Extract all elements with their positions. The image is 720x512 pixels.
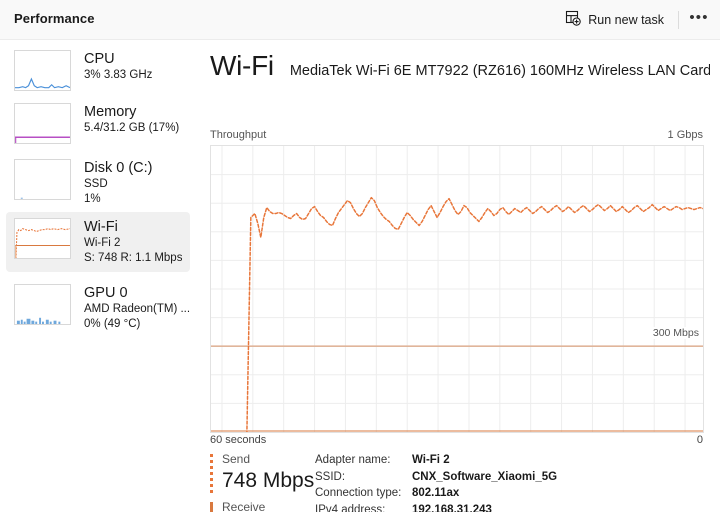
sidebar-item-disk0-sub-1: 1% <box>84 193 101 205</box>
sidebar-item-cpu-sub-0: 3% 3.83 GHz <box>84 69 153 81</box>
sidebar-item-disk0-text: Disk 0 (C:) SSD 1% <box>84 159 152 207</box>
sidebar-item-wifi[interactable]: Wi-Fi Wi-Fi 2 S: 748 R: 1.1 Mbps <box>6 212 190 272</box>
run-new-task-label: Run new task <box>588 13 664 27</box>
sidebar-item-wifi-sub-0: Wi-Fi 2 <box>84 237 121 249</box>
title-bar: Performance Run new task ••• <box>0 0 720 40</box>
info-row-ipv4: IPv4 address: 192.168.31.243 <box>315 502 565 512</box>
chart-caption-throughput: Throughput <box>210 129 267 141</box>
disk-thumbnail <box>14 159 71 200</box>
toolbar-divider <box>678 11 679 29</box>
gpu-thumbnail <box>14 284 71 325</box>
wifi-thumbnail <box>14 218 71 259</box>
send-series-line <box>246 196 703 432</box>
receive-label: Receive <box>222 500 266 512</box>
sidebar-item-gpu0-text: GPU 0 AMD Radeon(TM) ... 0% (49 °C) <box>84 284 190 332</box>
page-title: Performance <box>14 11 95 26</box>
sidebar-item-memory-text: Memory 5.4/31.2 GB (17%) <box>84 103 179 136</box>
adapter-info-table: Adapter name: Wi-Fi 2 SSID: CNX_Software… <box>315 452 565 512</box>
sidebar-item-cpu[interactable]: CPU 3% 3.83 GHz <box>6 44 190 97</box>
sidebar-item-wifi-sub-1: S: 748 R: 1.1 Mbps <box>84 252 183 264</box>
sidebar-item-gpu0[interactable]: GPU 0 AMD Radeon(TM) ... 0% (49 °C) <box>6 278 190 338</box>
sidebar-item-memory-sub-0: 5.4/31.2 GB (17%) <box>84 122 180 134</box>
detail-header: Wi-Fi MediaTek Wi-Fi 6E MT7922 (RZ616) 1… <box>210 50 710 82</box>
info-row-adapter-name: Adapter name: Wi-Fi 2 <box>315 452 565 469</box>
sidebar-item-wifi-title: Wi-Fi <box>84 219 118 235</box>
info-value-connection-type: 802.11ax <box>412 487 460 500</box>
more-options-button[interactable]: ••• <box>684 6 714 34</box>
info-row-ssid: SSID: CNX_Software_Xiaomi_5G <box>315 469 565 486</box>
info-key-ipv4: IPv4 address: <box>315 503 386 512</box>
send-value: 748 Mbps <box>222 469 315 492</box>
memory-thumbnail <box>14 103 71 144</box>
performance-detail-panel: Wi-Fi MediaTek Wi-Fi 6E MT7922 (RZ616) 1… <box>196 40 720 512</box>
cpu-thumbnail <box>14 50 71 91</box>
chart-gridlines <box>211 146 703 432</box>
sidebar-item-memory-title: Memory <box>84 104 137 120</box>
sidebar-item-cpu-text: CPU 3% 3.83 GHz <box>84 50 152 83</box>
sidebar-item-disk0-sub-0: SSD <box>84 178 108 190</box>
chart-axis-right-label: 0 <box>696 434 703 446</box>
chart-caption-max: 1 Gbps <box>667 129 703 141</box>
info-value-ipv4: 192.168.31.243 <box>412 503 492 512</box>
info-value-adapter-name: Wi-Fi 2 <box>412 454 450 467</box>
receive-stat: Receive 1.1 Mbps <box>210 500 308 512</box>
sidebar-item-gpu0-sub-1: 0% (49 °C) <box>84 318 141 330</box>
reference-line-label: 300 Mbps <box>651 327 700 339</box>
sidebar-item-cpu-title: CPU <box>84 51 115 67</box>
receive-stat-text: Receive 1.1 Mbps <box>222 500 308 512</box>
sidebar-item-gpu0-sub-0: AMD Radeon(TM) ... <box>84 303 190 315</box>
sidebar-item-memory[interactable]: Memory 5.4/31.2 GB (17%) <box>6 97 190 150</box>
send-stat: Send 748 Mbps <box>210 452 314 494</box>
adapter-description: MediaTek Wi-Fi 6E MT7922 (RZ616) 160MHz … <box>289 63 710 79</box>
sidebar-item-wifi-text: Wi-Fi Wi-Fi 2 S: 748 R: 1.1 Mbps <box>84 218 182 266</box>
sidebar-item-gpu0-title: GPU 0 <box>84 285 128 301</box>
resource-sidebar: CPU 3% 3.83 GHz Memory 5.4/31.2 GB (17%) <box>0 40 196 512</box>
send-label: Send <box>222 452 251 466</box>
stats-area: Send 748 Mbps Receive 1.1 Mbps Adapter n… <box>210 452 710 512</box>
receive-legend-swatch <box>210 502 213 512</box>
info-key-ssid: SSID: <box>315 470 346 483</box>
throughput-chart-svg <box>211 146 703 432</box>
sidebar-item-disk0-title: Disk 0 (C:) <box>84 160 153 176</box>
info-row-connection-type: Connection type: 802.11ax <box>315 485 565 502</box>
run-new-task-button[interactable]: Run new task <box>556 6 673 34</box>
detail-title: Wi-Fi <box>210 50 274 81</box>
new-task-icon <box>565 10 582 31</box>
info-key-adapter-name: Adapter name: <box>315 454 391 467</box>
info-value-ssid: CNX_Software_Xiaomi_5G <box>412 470 558 483</box>
throughput-chart <box>210 145 704 433</box>
send-stat-text: Send 748 Mbps <box>222 452 314 494</box>
chart-axis-left-label: 60 seconds <box>210 434 267 446</box>
task-manager-window: Performance Run new task ••• CPU 3% 3.83… <box>0 0 720 512</box>
title-bar-actions: Run new task ••• <box>556 5 714 35</box>
sidebar-item-disk0[interactable]: Disk 0 (C:) SSD 1% <box>6 153 190 213</box>
info-key-connection-type: Connection type: <box>315 487 402 500</box>
send-legend-swatch <box>210 454 213 494</box>
